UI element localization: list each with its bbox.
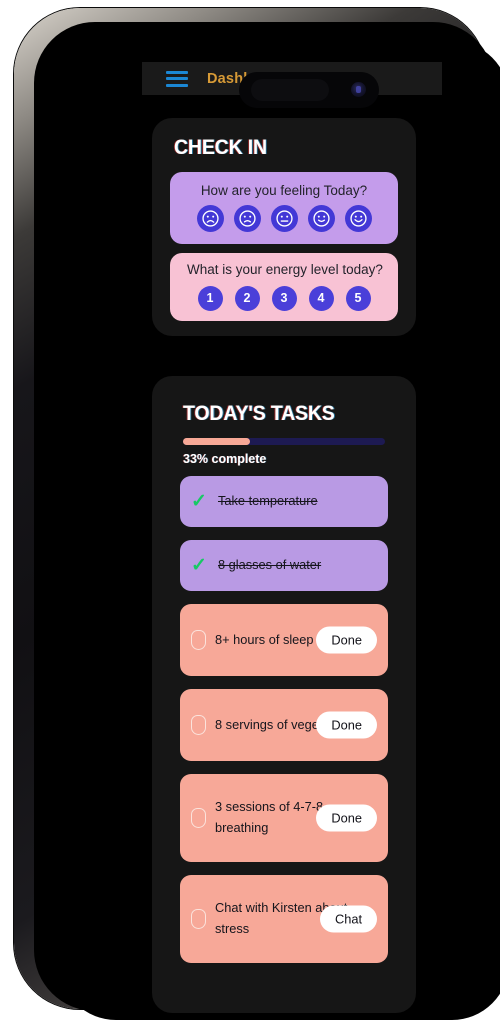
task-done-button[interactable]: Done <box>316 626 377 654</box>
energy-question-label: What is your energy level today? <box>187 262 383 277</box>
mood-sad-button[interactable] <box>233 205 261 232</box>
task-label: 8 glasses of water <box>218 557 322 573</box>
front-camera-icon <box>351 82 366 97</box>
energy-level-1-button[interactable]: 1 <box>197 286 223 311</box>
task-done-button[interactable]: Done <box>316 804 377 832</box>
task-progress-bar <box>183 438 385 445</box>
hamburger-menu-icon[interactable] <box>166 70 188 87</box>
phone-screen: Dashboard CHECK IN How are you feeling T… <box>59 41 500 1020</box>
checkbox-empty-icon[interactable] <box>191 909 206 929</box>
energy-level-2-button[interactable]: 2 <box>234 286 260 311</box>
check-in-panel: CHECK IN How are you feeling Today? What… <box>152 118 416 336</box>
dynamic-island <box>239 72 379 108</box>
energy-question-card: What is your energy level today? 1 2 3 4… <box>170 253 398 321</box>
check-icon: ✓ <box>191 491 207 512</box>
phone-frame: Dashboard CHECK IN How are you feeling T… <box>14 8 500 1020</box>
checkbox-empty-icon[interactable] <box>191 808 206 828</box>
mood-very-happy-button[interactable] <box>344 205 372 232</box>
todays-tasks-title: TODAY'S TASKS <box>183 402 335 425</box>
todays-tasks-panel: TODAY'S TASKS 33% complete ✓ Take temper… <box>152 376 416 1013</box>
task-row[interactable]: Chat with Kirsten about stress Chat <box>180 875 388 963</box>
mood-happy-button[interactable] <box>307 205 335 232</box>
task-row[interactable]: ✓ Take temperature <box>180 476 388 527</box>
checkbox-empty-icon[interactable] <box>191 630 206 650</box>
task-progress-label: 33% complete <box>183 452 267 466</box>
task-row[interactable]: 8+ hours of sleep Done <box>180 604 388 676</box>
mood-question-card: How are you feeling Today? <box>170 172 398 244</box>
energy-level-5-button[interactable]: 5 <box>345 286 371 311</box>
earpiece-speaker <box>251 79 329 101</box>
task-list: ✓ Take temperature ✓ 8 glasses of water … <box>180 476 388 976</box>
app-content: CHECK IN How are you feeling Today? What… <box>59 95 500 1020</box>
mood-neutral-button[interactable] <box>270 205 298 232</box>
checkbox-empty-icon[interactable] <box>191 715 206 735</box>
energy-level-3-button[interactable]: 3 <box>271 286 297 311</box>
mood-option-row <box>170 205 398 232</box>
energy-option-row: 1 2 3 4 5 <box>170 286 398 311</box>
task-progress-fill <box>183 438 250 445</box>
check-in-title: CHECK IN <box>174 136 267 159</box>
check-icon: ✓ <box>191 555 207 576</box>
phone-bezel: Dashboard CHECK IN How are you feeling T… <box>34 22 500 1020</box>
task-done-button[interactable]: Done <box>316 711 377 739</box>
task-chat-button[interactable]: Chat <box>319 905 377 933</box>
mood-question-label: How are you feeling Today? <box>200 183 368 198</box>
task-row[interactable]: 3 sessions of 4-7-8 breathing Done <box>180 774 388 862</box>
energy-level-4-button[interactable]: 4 <box>308 286 334 311</box>
task-row[interactable]: 8 servings of vegetables Done <box>180 689 388 761</box>
mood-very-sad-button[interactable] <box>196 205 224 232</box>
task-row[interactable]: ✓ 8 glasses of water <box>180 540 388 591</box>
task-label: Take temperature <box>218 493 318 509</box>
